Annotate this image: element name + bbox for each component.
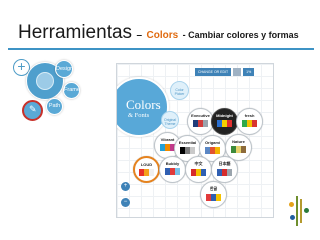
change-theme-button[interactable]: CHANGE OR EDIT [195,68,232,76]
theme-name: 한글 [209,186,218,191]
theme-name: Midnight [216,113,233,118]
theme-swatches [135,169,158,176]
title-accent: Colors [146,30,179,41]
theme-swatches [160,168,185,175]
slide-title: Herramientas – Colors - Cambiar colores … [18,22,299,44]
theme-korean[interactable]: 한글 [200,181,227,208]
zoom-in-button[interactable]: + [121,182,130,191]
theme-name: fresh [244,113,255,118]
institution-logo [287,196,311,226]
colors-subtitle: & Fonts [128,112,150,119]
theme-chinese[interactable]: 中文 [185,156,212,183]
brush-icon[interactable]: ✎ [22,100,43,121]
menu-item-design[interactable]: Design [55,60,73,78]
theme-swatches [200,147,225,154]
zoom-level: 1% [243,68,255,76]
theme-midnight[interactable]: Midnight [211,108,238,135]
theme-japanese[interactable]: 日本語 [211,156,238,183]
title-text: Herramientas [18,22,133,43]
theme-swatches [226,146,251,153]
theme-swatches [186,169,211,176]
theme-name: LOUD [140,162,153,167]
theme-name: Nature [232,139,245,144]
theme-name: Essential [178,140,197,145]
main-menu-center [36,72,54,90]
theme-name: Origami [204,140,221,145]
theme-executive[interactable]: Executive [187,108,214,135]
color-picker-bubble[interactable]: Color Picker [170,81,189,100]
editor-toolbar: CHANGE OR EDIT 1% [195,68,255,76]
theme-fresh[interactable]: fresh [236,108,263,135]
theme-swatches [212,120,237,127]
theme-swatches [175,147,200,154]
theme-swatches [212,169,237,176]
theme-swatches [201,194,226,201]
title-divider [8,48,314,50]
theme-swatches [237,120,262,127]
theme-name: Bubbly [165,161,180,166]
theme-swatches [188,120,213,127]
colors-fonts-bubble[interactable]: Colors & Fonts [117,77,169,137]
title-subtitle: - Cambiar colores y formas [182,30,299,40]
title-dash: – [136,30,143,41]
zoom-out-button[interactable]: − [121,198,130,207]
theme-name: 日本語 [218,161,231,166]
prezi-editor-screenshot: CHANGE OR EDIT 1% Colors & Fonts Color P… [116,63,274,218]
original-theme-bubble[interactable]: Original Theme [161,111,179,129]
theme-loud[interactable]: LOUD [133,156,160,183]
colors-title: Colors [126,97,161,112]
menu-item-path[interactable]: Path [46,98,63,115]
toolbar-icon[interactable] [233,68,242,76]
theme-name: Executive [191,113,210,118]
theme-bubbly[interactable]: Bubbly [159,156,186,183]
menu-item-frame[interactable]: Frame [63,82,80,99]
theme-name: 中文 [194,161,203,166]
